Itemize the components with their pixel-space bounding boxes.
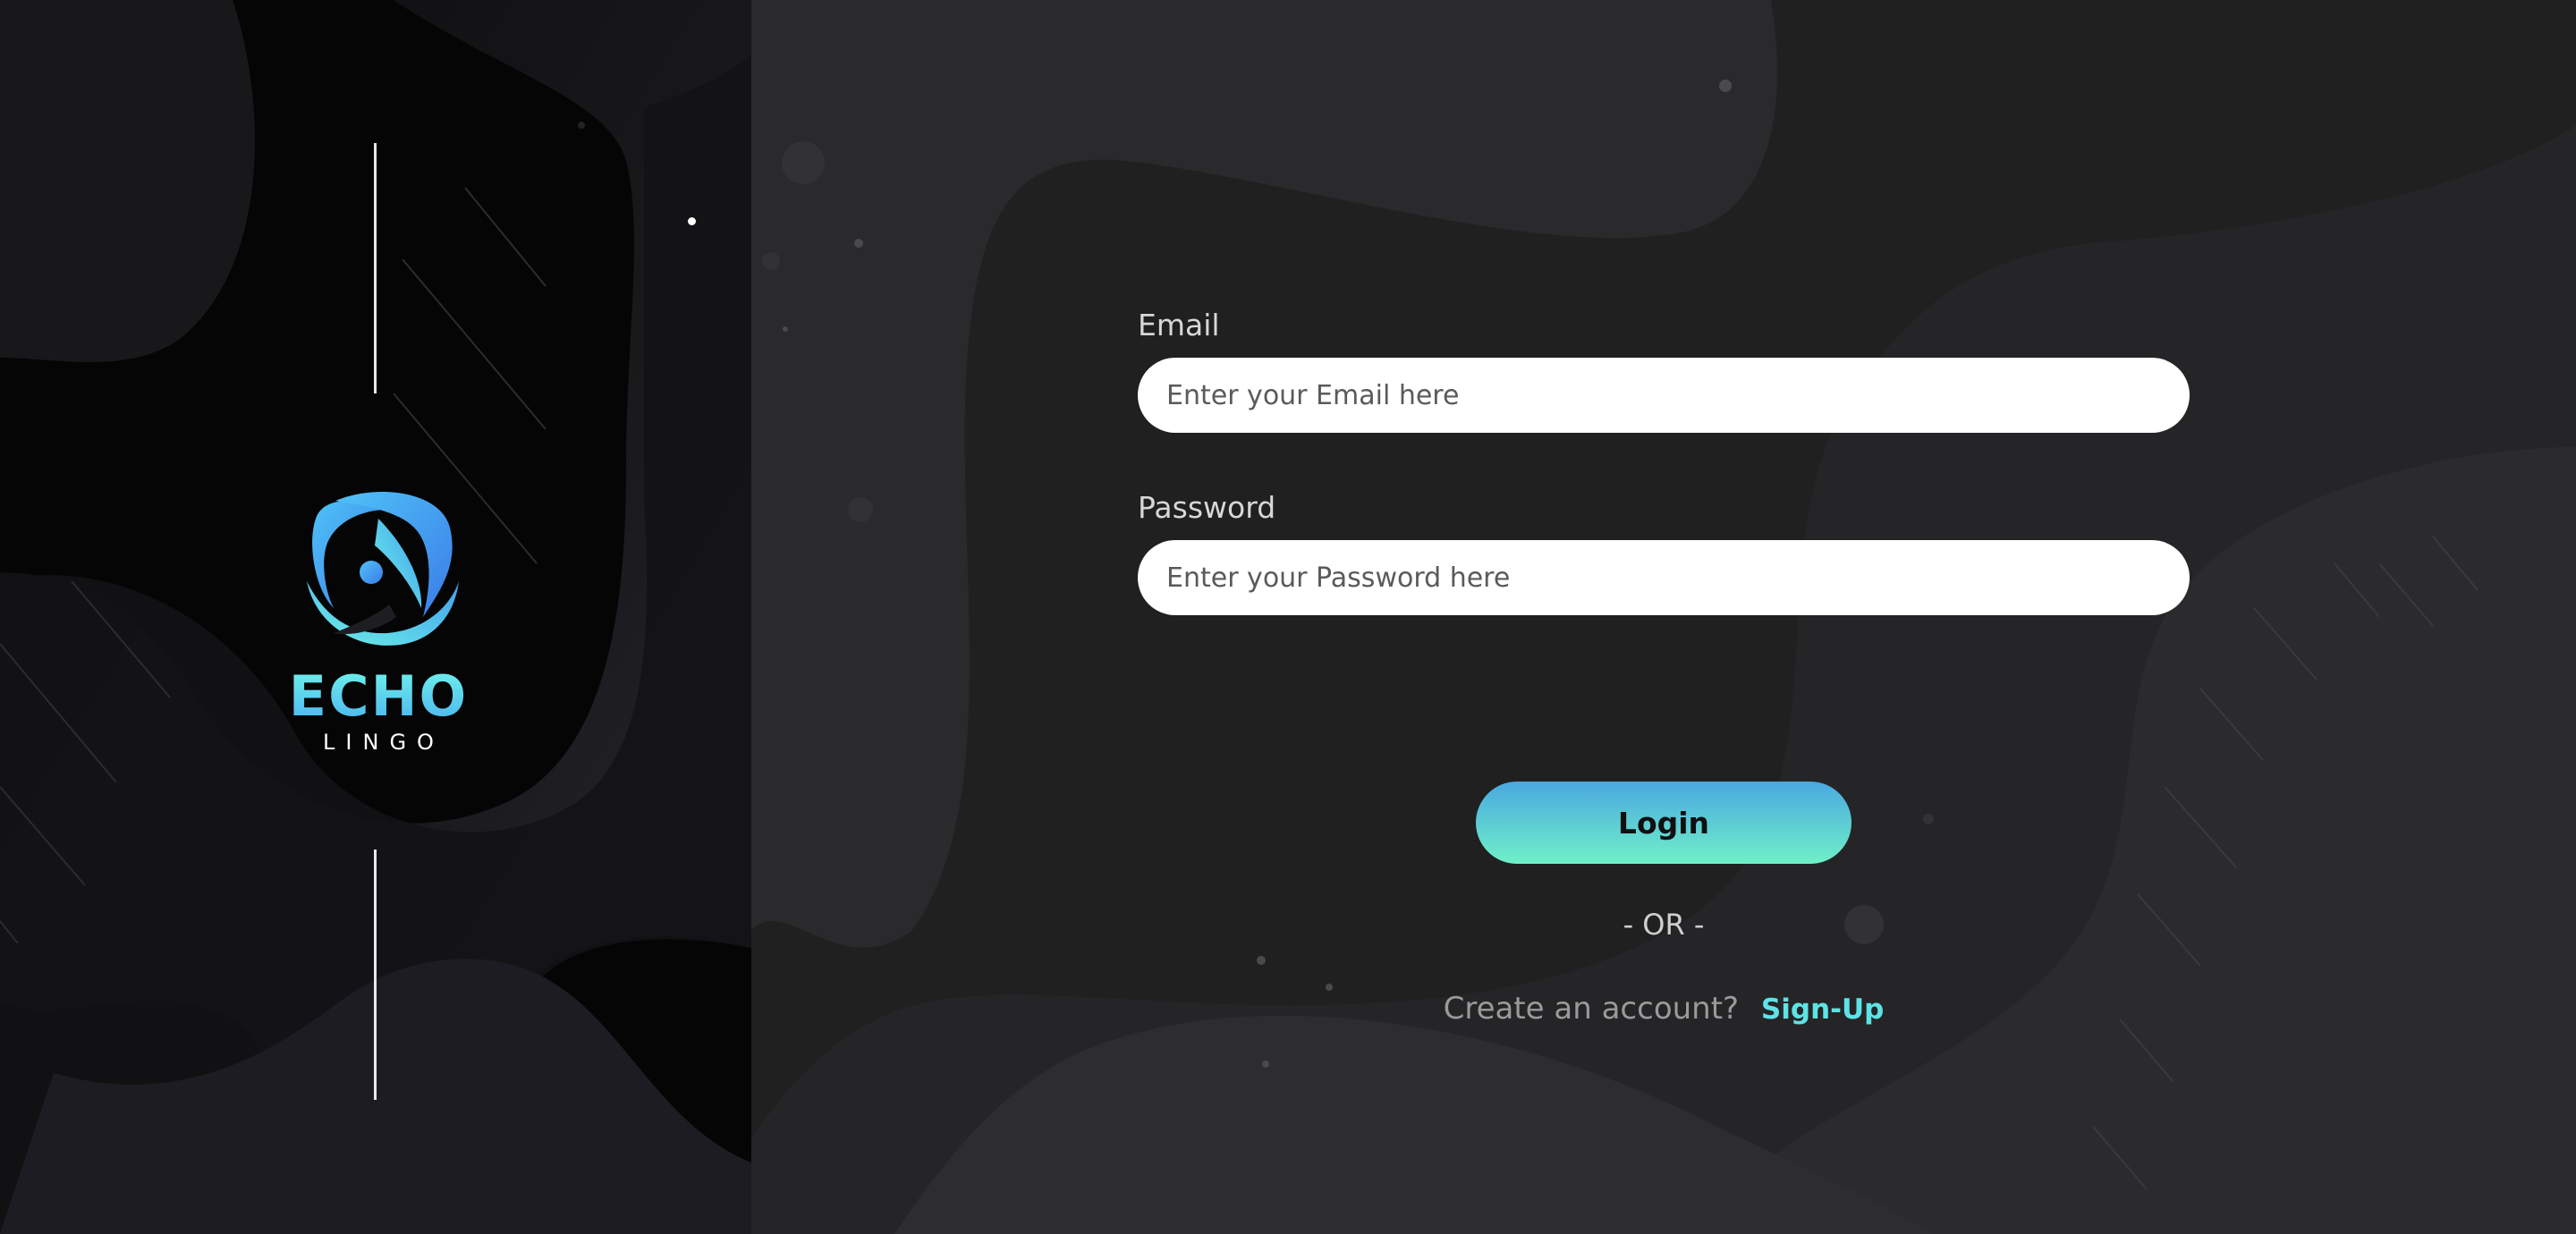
decorative-dot bbox=[688, 217, 696, 225]
brand-tagline: LINGO bbox=[323, 730, 445, 755]
or-separator: - OR - bbox=[1623, 908, 1705, 942]
divider-line-top bbox=[374, 143, 377, 393]
divider-line-bottom bbox=[374, 849, 377, 1100]
brand-name: ECHO bbox=[284, 669, 472, 724]
brand-panel: ECHO LINGO bbox=[0, 0, 751, 1234]
signup-prompt: Create an account? bbox=[1443, 991, 1740, 1027]
signup-row: Create an account? Sign-Up bbox=[1324, 991, 2004, 1027]
login-button[interactable]: Login bbox=[1476, 782, 1852, 864]
signup-link[interactable]: Sign-Up bbox=[1761, 993, 1884, 1026]
login-page: ECHO LINGO Email Password Login - OR - C… bbox=[0, 0, 2576, 1234]
password-label: Password bbox=[1138, 490, 1276, 525]
email-label: Email bbox=[1138, 308, 1220, 342]
password-field[interactable] bbox=[1138, 540, 2190, 615]
login-form: Email Password bbox=[1138, 304, 2190, 615]
brand-logo: ECHO LINGO bbox=[284, 483, 472, 755]
echo-lingo-logo-icon bbox=[307, 492, 459, 646]
email-field[interactable] bbox=[1138, 358, 2190, 433]
